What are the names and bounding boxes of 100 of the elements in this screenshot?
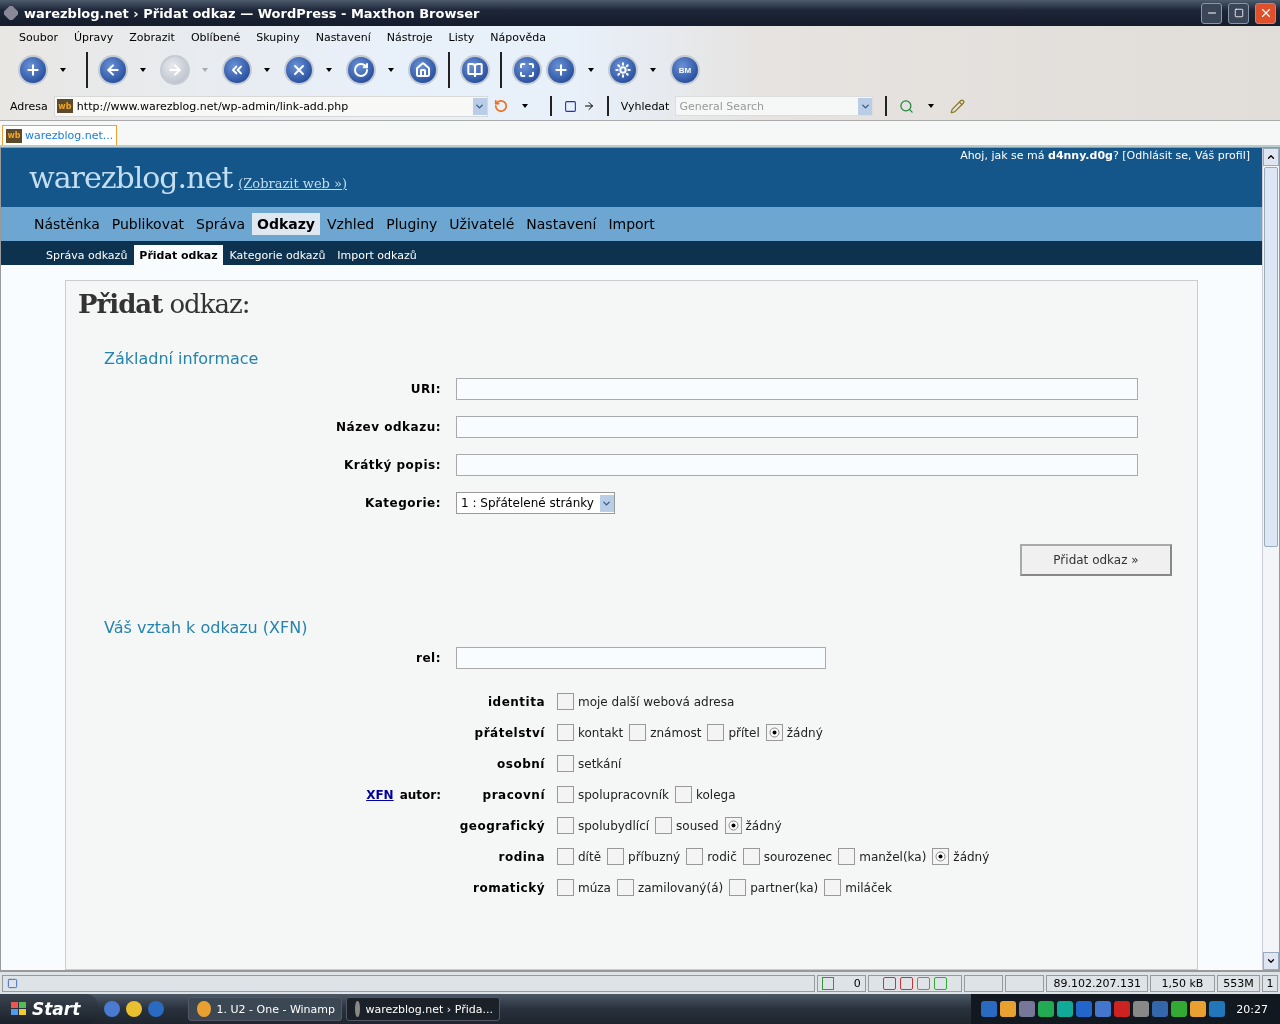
menu-item[interactable]: Zobrazit xyxy=(129,30,175,44)
menu-item[interactable]: Nápověda xyxy=(490,30,547,44)
close-button[interactable] xyxy=(1255,2,1276,24)
menu-item[interactable]: Nastavení xyxy=(315,30,371,44)
caret-icon[interactable] xyxy=(388,68,394,72)
toolbar-button[interactable] xyxy=(346,55,376,85)
input-field[interactable] xyxy=(456,378,1138,400)
nav-tab[interactable]: Publikovat xyxy=(106,213,190,235)
radio-button[interactable] xyxy=(557,724,574,741)
dropdown-button[interactable] xyxy=(472,97,487,115)
checkbox[interactable] xyxy=(557,879,574,896)
checkbox[interactable] xyxy=(557,755,574,772)
radio-button[interactable] xyxy=(686,848,704,865)
radio-button[interactable] xyxy=(655,817,673,834)
toolbar-button[interactable] xyxy=(512,55,542,85)
menu-item[interactable]: Soubor xyxy=(19,30,58,44)
caret-icon[interactable] xyxy=(521,104,528,108)
tray-icon[interactable] xyxy=(1171,1001,1188,1017)
input-field[interactable] xyxy=(456,416,1138,438)
checkbox[interactable] xyxy=(616,879,634,896)
caret-icon[interactable] xyxy=(588,68,594,72)
xfn-link[interactable]: XFN xyxy=(366,787,394,802)
restore-button[interactable] xyxy=(1228,2,1249,24)
checkbox[interactable] xyxy=(557,693,574,710)
address-field[interactable]: wb http://www.warezblog.net/wp-admin/link-add.php xyxy=(53,95,488,117)
tray-icon[interactable] xyxy=(1133,1001,1150,1017)
subnav-tab[interactable]: Kategorie odkazů xyxy=(224,245,331,265)
caret-icon[interactable] xyxy=(928,104,935,108)
nav-tab[interactable]: Nástěnka xyxy=(29,213,105,235)
input-field[interactable] xyxy=(456,454,1138,476)
tray-icon[interactable] xyxy=(1209,1001,1226,1017)
status-icons[interactable] xyxy=(867,974,962,992)
start-button[interactable]: Start xyxy=(0,994,98,1024)
menu-item[interactable]: Listy xyxy=(448,30,475,44)
view-site-link[interactable]: (Zobrazit web ») xyxy=(238,176,348,191)
tray-icon[interactable] xyxy=(1000,1001,1017,1017)
toolbar-button[interactable] xyxy=(408,55,438,85)
quick-launch-icon[interactable] xyxy=(126,1001,142,1017)
toolbar-button[interactable] xyxy=(608,55,638,85)
menu-item[interactable]: Úpravy xyxy=(73,30,114,44)
subnav-tab[interactable]: Přidat odkaz xyxy=(134,245,223,265)
checkbox[interactable] xyxy=(557,786,574,803)
caret-icon[interactable] xyxy=(326,68,332,72)
toolbar-button[interactable] xyxy=(222,55,252,85)
pencil-icon[interactable] xyxy=(950,98,966,114)
toolbar-button[interactable] xyxy=(18,55,48,85)
radio-button[interactable] xyxy=(838,848,856,865)
submit-button[interactable]: Přidat odkaz » xyxy=(1020,544,1172,576)
taskbar-button[interactable]: warezblog.net › Přida... xyxy=(346,997,500,1021)
toolbar-button[interactable] xyxy=(460,55,490,85)
toolbar-button[interactable] xyxy=(284,55,314,85)
nav-tab[interactable]: Správa xyxy=(191,213,250,235)
more-icon[interactable] xyxy=(582,100,595,112)
caret-icon[interactable] xyxy=(650,68,656,72)
tray-icon[interactable] xyxy=(1038,1001,1055,1017)
radio-button[interactable] xyxy=(932,848,950,865)
site-title[interactable]: warezblog.net xyxy=(29,160,233,195)
tray-icon[interactable] xyxy=(1057,1001,1074,1017)
chevron-down-icon[interactable] xyxy=(1266,956,1276,966)
caret-icon[interactable] xyxy=(264,68,270,72)
tray-icon[interactable] xyxy=(1019,1001,1036,1017)
menu-item[interactable]: Oblíbené xyxy=(190,30,241,44)
menu-item[interactable]: Nástroje xyxy=(386,30,433,44)
nav-tab[interactable]: Odkazy xyxy=(252,213,320,235)
popup-counter[interactable]: 0 xyxy=(816,974,866,992)
minimize-button[interactable] xyxy=(1201,2,1222,24)
toolbar-button[interactable] xyxy=(98,55,128,85)
search-icon[interactable] xyxy=(899,98,915,114)
radio-button[interactable] xyxy=(629,724,647,741)
nav-tab[interactable]: Nastavení xyxy=(521,213,602,235)
checkbox[interactable] xyxy=(824,879,842,896)
browser-tab[interactable]: wb warezblog.net... xyxy=(2,125,118,145)
tray-icon[interactable] xyxy=(1095,1001,1112,1017)
menu-item[interactable]: Skupiny xyxy=(256,30,300,44)
subnav-tab[interactable]: Správa odkazů xyxy=(41,245,133,265)
tray-icon[interactable] xyxy=(981,1001,998,1017)
toolbar-button[interactable] xyxy=(546,55,576,85)
radio-button[interactable] xyxy=(765,724,783,741)
taskbar-button[interactable]: 1. U2 - One - Winamp xyxy=(188,997,342,1021)
checkbox[interactable] xyxy=(729,879,747,896)
go-icon[interactable] xyxy=(493,99,508,113)
nav-tab[interactable]: Vzhled xyxy=(322,213,380,235)
checkbox[interactable] xyxy=(675,786,692,803)
category-select[interactable]: 1 : Spřátelené stránky xyxy=(456,492,615,514)
dropdown-button[interactable] xyxy=(858,97,873,115)
toolbar-button[interactable]: BM xyxy=(670,55,700,85)
tray-icon[interactable] xyxy=(1190,1001,1207,1017)
caret-icon[interactable] xyxy=(60,68,66,72)
radio-button[interactable] xyxy=(607,848,625,865)
nav-tab[interactable]: Import xyxy=(603,213,660,235)
nav-tab[interactable]: Uživatelé xyxy=(444,213,520,235)
quick-launch-icon[interactable] xyxy=(104,1001,120,1017)
dropdown-button[interactable] xyxy=(599,494,614,512)
subnav-tab[interactable]: Import odkazů xyxy=(332,245,422,265)
radio-button[interactable] xyxy=(557,848,574,865)
radio-button[interactable] xyxy=(724,817,742,834)
frame-icon[interactable] xyxy=(563,99,577,113)
scrollbar[interactable] xyxy=(1262,148,1279,970)
caret-icon[interactable] xyxy=(140,68,146,72)
input-field[interactable] xyxy=(456,647,826,669)
